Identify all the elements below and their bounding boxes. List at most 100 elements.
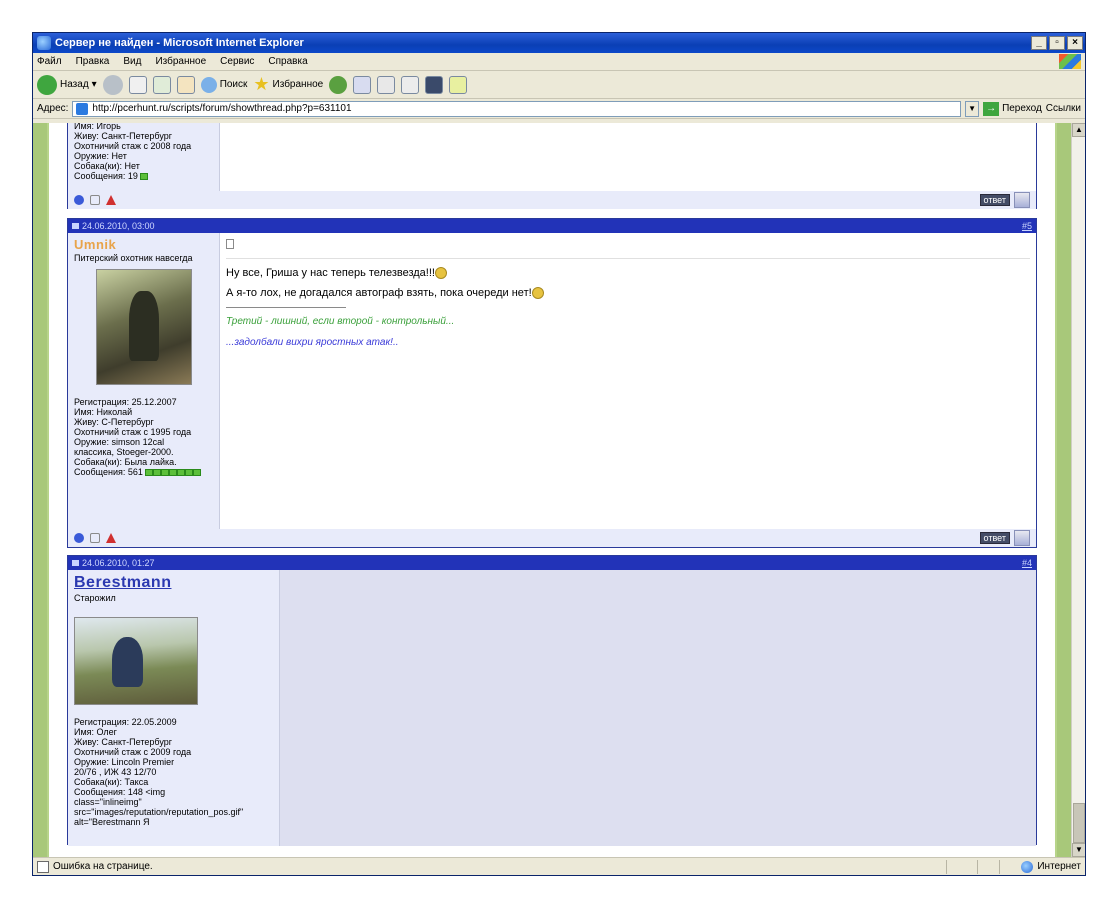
toolbar: Назад ▾ Поиск ★ Избранное [33, 71, 1085, 99]
signature-line: ...задолбали вихри яростных атак!.. [226, 337, 399, 349]
search-button[interactable]: Поиск [200, 76, 248, 93]
search-icon [200, 76, 217, 93]
username[interactable]: Umnik [74, 237, 213, 252]
error-icon[interactable] [37, 860, 49, 873]
user-info-line: Имя: Николай [74, 407, 133, 417]
reputation-icon [177, 469, 186, 477]
reputation-icon [169, 469, 178, 477]
back-button[interactable]: Назад ▾ [37, 74, 97, 95]
stop-icon[interactable] [128, 75, 147, 94]
menu-bar: Файл Правка Вид Избранное Сервис Справка [33, 53, 1085, 71]
windows-logo-icon [1059, 54, 1081, 69]
links-button[interactable]: Ссылки [1046, 103, 1081, 114]
user-info-line: Сообщения: 148 <img [74, 787, 166, 797]
post-number-link[interactable]: #4 [1022, 558, 1032, 568]
quote-icon[interactable] [1014, 530, 1030, 546]
minimize-button[interactable]: _ [1031, 36, 1047, 50]
address-input[interactable]: http://pcerhunt.ru/scripts/forum/showthr… [72, 100, 962, 117]
reputation-icon [145, 469, 154, 477]
user-info-line: Оружие: Lincoln Premier [74, 757, 175, 767]
post-date: 24.06.2010, 03:00 [82, 221, 155, 231]
menu-view[interactable]: Вид [123, 56, 141, 67]
user-info-line: Оружие: simson 12cal [74, 437, 165, 447]
status-bar: Ошибка на странице. Интернет [33, 857, 1085, 875]
reputation-icon [185, 469, 194, 477]
user-info: Имя: Игорь Живу: Санкт-Петербург Охотнич… [74, 123, 213, 181]
close-button[interactable]: × [1067, 36, 1083, 50]
go-button[interactable]: → Переход [983, 101, 1042, 116]
post-author: Berestmann Старожил Регистрация: 22.05.2… [68, 570, 280, 846]
reply-button[interactable]: ответ [979, 194, 1010, 206]
history-icon[interactable] [329, 75, 348, 94]
title-bar: Сервер не найден - Microsoft Internet Ex… [33, 33, 1085, 53]
address-label: Адрес: [37, 103, 69, 114]
menu-tools[interactable]: Сервис [220, 56, 254, 67]
menu-file[interactable]: Файл [37, 56, 62, 67]
quote-icon[interactable] [1014, 192, 1030, 208]
post-header: 24.06.2010, 01:27 #4 [68, 556, 1036, 570]
online-status-icon[interactable] [74, 533, 84, 543]
scroll-up-button[interactable]: ▲ [1072, 123, 1085, 137]
go-arrow-icon: → [983, 101, 1000, 116]
menu-edit[interactable]: Правка [76, 56, 110, 67]
window-title: Сервер не найден - Microsoft Internet Ex… [55, 37, 304, 49]
status-cell [999, 859, 1017, 874]
post-message [280, 570, 1036, 846]
message-text: А я-то лох, не догадался автограф взять,… [226, 287, 532, 300]
report-icon[interactable] [106, 195, 116, 205]
favorites-label: Избранное [272, 79, 324, 90]
vertical-scrollbar[interactable]: ▲ ▼ [1071, 123, 1085, 857]
back-arrow-icon [37, 74, 57, 95]
address-dropdown[interactable]: ▼ [965, 100, 980, 117]
translate-icon[interactable] [449, 75, 468, 94]
user-info-line: Имя: Олег [74, 727, 117, 737]
user-info-line: Регистрация: 22.05.2009 [74, 717, 177, 727]
reputation-icon [193, 469, 202, 477]
user-info-line: Собака(ки): Нет [74, 161, 140, 171]
back-label: Назад [60, 79, 89, 90]
page-icon [76, 102, 89, 115]
user-title: Питерский охотник навсегда [74, 253, 193, 263]
reputation-link-icon[interactable] [90, 533, 100, 543]
refresh-icon[interactable] [152, 75, 171, 94]
forum-page: Имя: Игорь Живу: Санкт-Петербург Охотнич… [47, 123, 1057, 857]
report-icon[interactable] [106, 533, 116, 543]
user-info-line: Живу: Санкт-Петербург [74, 131, 173, 141]
chevron-down-icon[interactable]: ▾ [92, 79, 97, 90]
post-author: Umnik Питерский охотник навсегда Регистр… [68, 233, 220, 529]
search-label: Поиск [219, 79, 248, 90]
avatar [74, 617, 198, 705]
user-info-line: Охотничий стаж с 1995 года [74, 427, 192, 437]
forum-post: 24.06.2010, 01:27 #4 Berestmann Старожил… [67, 555, 1037, 846]
user-info-line: Оружие: Нет [74, 151, 127, 161]
online-status-icon[interactable] [74, 195, 84, 205]
forward-button[interactable] [102, 74, 123, 95]
scroll-down-button[interactable]: ▼ [1072, 843, 1085, 857]
scroll-thumb[interactable] [1073, 803, 1085, 843]
edit-icon[interactable] [401, 75, 420, 94]
home-icon[interactable] [176, 75, 195, 94]
menu-favorites[interactable]: Избранное [155, 56, 206, 67]
messenger-icon[interactable] [425, 75, 444, 94]
globe-icon [1021, 860, 1034, 873]
post-date: 24.06.2010, 01:27 [82, 558, 155, 568]
favorites-button[interactable]: ★ Избранное [253, 74, 323, 95]
print-icon[interactable] [377, 75, 396, 94]
reputation-icon [153, 469, 162, 477]
user-messages: Сообщения: 561 [74, 467, 143, 477]
reputation-link-icon[interactable] [90, 195, 100, 205]
user-info-line: Живу: Санкт-Петербург [74, 737, 173, 747]
reply-button[interactable]: ответ [979, 532, 1010, 544]
message-text: Ну все, Гриша у нас теперь телезвезда!!! [226, 267, 435, 279]
status-text[interactable]: Ошибка на странице. [53, 861, 153, 872]
user-info-line: alt="Berestmann Я [74, 817, 150, 827]
mail-icon[interactable] [353, 75, 372, 94]
signature-line: Третий - лишний, если второй - контрольн… [226, 316, 455, 328]
post-footer: ответ [68, 529, 1036, 547]
username[interactable]: Berestmann [74, 574, 273, 592]
maximize-button[interactable]: ▫ [1049, 36, 1065, 50]
user-info-line: классика, Stoeger-2000. [74, 447, 174, 457]
menu-help[interactable]: Справка [268, 56, 307, 67]
go-label: Переход [1002, 103, 1042, 114]
post-number-link[interactable]: #5 [1022, 221, 1032, 231]
